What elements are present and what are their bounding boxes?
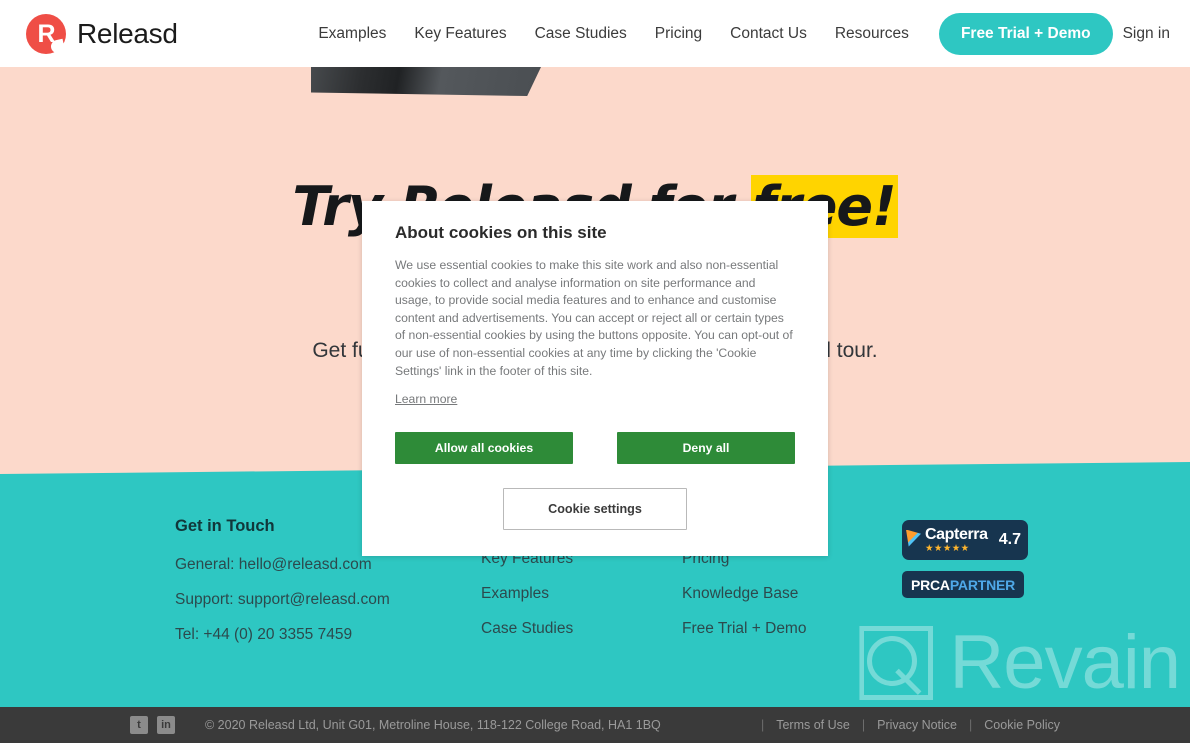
capterra-score: 4.7 — [998, 531, 1021, 548]
nav-item-case-studies[interactable]: Case Studies — [521, 25, 641, 43]
site-header: R Releasd Examples Key Features Case Stu… — [0, 0, 1190, 67]
capterra-name: Capterra — [925, 525, 988, 543]
cookie-dialog-title: About cookies on this site — [395, 223, 607, 242]
footer-contact-general[interactable]: General: hello@releasd.com — [175, 556, 475, 574]
cookie-settings-wrap: Cookie settings — [395, 488, 795, 531]
bottom-bar: t in © 2020 Releasd Ltd, Unit G01, Metro… — [0, 707, 1190, 743]
legal-links: | Terms of Use | Privacy Notice | Cookie… — [749, 718, 1170, 732]
nav-item-contact-us[interactable]: Contact Us — [716, 25, 821, 43]
capterra-stars-icon: ★★★★★ — [925, 542, 970, 554]
free-trial-demo-button[interactable]: Free Trial + Demo — [938, 12, 1113, 55]
nav-item-examples[interactable]: Examples — [304, 25, 400, 43]
cookie-button-row: Allow all cookies Deny all — [395, 432, 795, 465]
footer-links-column-2: Pricing Knowledge Base Free Trial + Demo — [682, 550, 882, 655]
capterra-badge[interactable]: Capterra ★★★★★ 4.7 — [902, 520, 1028, 560]
deny-all-cookies-button[interactable]: Deny all — [617, 432, 795, 465]
legal-link-cookie-policy[interactable]: Cookie Policy — [984, 718, 1060, 732]
prca-partner-badge[interactable]: PRCA PARTNER — [902, 571, 1024, 598]
legal-separator-3: | — [969, 718, 973, 732]
legal-separator-1: | — [760, 718, 765, 732]
social-icons: t in — [130, 716, 175, 734]
footer-links-column-1: Key Features Examples Case Studies — [481, 550, 671, 655]
cookie-consent-dialog: About cookies on this site We use essent… — [362, 201, 828, 557]
footer-badges: Capterra ★★★★★ 4.7 PRCA PARTNER — [902, 520, 1028, 598]
cookie-settings-button[interactable]: Cookie settings — [503, 488, 687, 531]
legal-link-terms-of-use[interactable]: Terms of Use — [776, 718, 850, 732]
footer-link-free-trial-demo[interactable]: Free Trial + Demo — [682, 620, 882, 638]
releasd-logo-icon: R — [26, 13, 66, 54]
footer-link-knowledge-base[interactable]: Knowledge Base — [682, 585, 882, 603]
capterra-label-group: Capterra ★★★★★ — [925, 525, 995, 554]
linkedin-icon[interactable]: in — [157, 716, 175, 734]
legal-link-privacy-notice[interactable]: Privacy Notice — [877, 718, 957, 732]
cookie-learn-more-link[interactable]: Learn more — [395, 392, 457, 406]
nav-item-resources[interactable]: Resources — [821, 25, 923, 43]
nav-item-pricing[interactable]: Pricing — [641, 25, 716, 43]
logo-letter: R — [37, 19, 55, 48]
footer-link-case-studies[interactable]: Case Studies — [481, 620, 671, 638]
prca-light-text: PARTNER — [949, 576, 1016, 593]
cookie-dialog-body: We use essential cookies to make this si… — [395, 258, 793, 378]
nav-item-key-features[interactable]: Key Features — [400, 25, 520, 43]
hero-photo-strip — [311, 67, 541, 96]
main-nav: Examples Key Features Case Studies Prici… — [304, 12, 1176, 55]
footer-contact-tel[interactable]: Tel: +44 (0) 20 3355 7459 — [175, 626, 475, 644]
copyright-text: © 2020 Releasd Ltd, Unit G01, Metroline … — [205, 718, 661, 732]
brand-logo[interactable]: R Releasd — [26, 13, 178, 54]
sign-in-link[interactable]: Sign in — [1123, 25, 1176, 43]
capterra-flag-icon — [906, 529, 921, 547]
allow-all-cookies-button[interactable]: Allow all cookies — [395, 432, 573, 465]
twitter-icon[interactable]: t — [130, 716, 148, 734]
prca-bold-text: PRCA — [910, 576, 950, 593]
page-root: Try Releasd for free! Get ful ded tour. … — [0, 0, 1190, 743]
footer-link-examples[interactable]: Examples — [481, 585, 671, 603]
brand-name: Releasd — [77, 17, 178, 49]
legal-separator-2: | — [861, 718, 866, 732]
footer-contact-support[interactable]: Support: support@releasd.com — [175, 591, 475, 609]
